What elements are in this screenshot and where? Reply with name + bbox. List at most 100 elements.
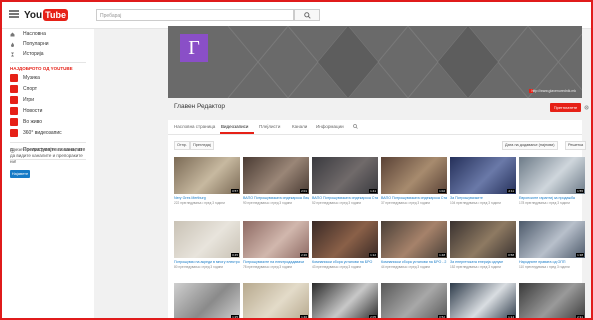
channel-avatar: [10, 107, 18, 115]
video-title[interactable]: Компаниски сбора установи на БРО - 2: [381, 260, 447, 264]
video-title[interactable]: Компаниски сбора установи на БРО: [312, 260, 378, 264]
video-thumbnail[interactable]: 1:55: [519, 157, 585, 194]
search-button[interactable]: [294, 9, 320, 21]
video-title[interactable]: ВАПО Потрошувачката индекарска Стана: [381, 196, 447, 200]
tab-about[interactable]: Информации: [316, 124, 344, 129]
tab-playlists[interactable]: Плејлисти: [259, 124, 280, 129]
video-thumbnail[interactable]: 1:40: [243, 283, 309, 318]
banner-pattern: [227, 26, 582, 98]
video-thumbnail[interactable]: 1:02: [381, 157, 447, 194]
video-duration: 2:05: [369, 315, 377, 319]
video-duration: 1:55: [576, 189, 584, 193]
channel-avatar: [10, 85, 18, 93]
subscribe-button[interactable]: Претплатете: [550, 103, 581, 112]
video-duration: 1:02: [438, 189, 446, 193]
channel-avatar[interactable]: Г: [180, 34, 208, 62]
video-duration: 1:38: [576, 253, 584, 257]
youtube-logo[interactable]: You Tube: [24, 8, 68, 22]
video-card[interactable]: 1:12 Компаниски сбора установи на БРО 43 п…: [312, 221, 378, 279]
tab-channels[interactable]: Канали: [292, 124, 307, 129]
video-card[interactable]: 2:01 ВАПО Потрошувачката индекарска Лицат…: [243, 157, 309, 215]
video-card[interactable]: 1:48 Компаниски сбора установи на БРО - 2…: [381, 221, 447, 279]
video-thumbnail[interactable]: 1:12: [312, 221, 378, 258]
video-meta: 178 прегледувања • пред 3 години: [519, 201, 570, 205]
video-card[interactable]: 1:02 ВАПО Потрошувачката индекарска Стана…: [381, 157, 447, 215]
upload-button[interactable]: Отпр.: [174, 141, 190, 150]
search-icon[interactable]: [353, 124, 358, 129]
sidebar-item-360-video[interactable]: 360° видеозапис: [2, 128, 94, 138]
video-card[interactable]: 0:52: [381, 283, 447, 318]
video-card[interactable]: 1:14: [450, 283, 516, 318]
browse-dropdown[interactable]: Прегледај: [190, 141, 214, 150]
sidebar-item-sport[interactable]: Спорт: [2, 84, 94, 94]
video-card[interactable]: 1:41 ВАПО Потрошувачката индекарска Сталн…: [312, 157, 378, 215]
video-thumbnail[interactable]: 2:31: [519, 283, 585, 318]
sidebar-item-label: Насловна: [23, 31, 46, 37]
video-title[interactable]: Nery Gres Mertburg: [174, 196, 240, 200]
search-input[interactable]: Пребарај: [96, 9, 294, 21]
video-card[interactable]: 0:58 За енергетската енерија одлуке 152 пр…: [450, 221, 516, 279]
sidebar-item-label: 360° видеозапис: [23, 130, 62, 136]
sidebar-item-music[interactable]: Музика: [2, 73, 94, 83]
channel-avatar: [10, 96, 18, 104]
video-duration: 2:01: [300, 189, 308, 193]
menu-icon[interactable]: [9, 10, 19, 18]
video-thumbnail[interactable]: 2:05: [312, 283, 378, 319]
video-title[interactable]: Европските гарантиј за продажба: [519, 196, 585, 200]
sidebar-item-news[interactable]: Новости: [2, 106, 94, 116]
video-card[interactable]: 2:05: [312, 283, 378, 318]
video-thumbnail[interactable]: 0:45: [174, 221, 240, 258]
video-thumbnail[interactable]: 0:52: [381, 283, 447, 318]
video-card[interactable]: 0:45 Потрошувач на акреди в многу електро…: [174, 221, 240, 279]
sidebar-item-live[interactable]: Во живо: [2, 117, 94, 127]
video-meta: 104 прегледувања • пред 3 години: [450, 201, 501, 205]
video-title[interactable]: Потрошувачите на електродадавачи: [243, 260, 309, 264]
video-title[interactable]: Народните правата од ОПП: [519, 260, 585, 264]
logo-tube-text: Tube: [43, 9, 68, 21]
sidebar-item-history[interactable]: Историја: [2, 50, 94, 59]
video-meta: 44 прегледувања • пред 3 години: [381, 265, 431, 269]
video-card[interactable]: 1:25: [174, 283, 240, 318]
video-title[interactable]: Потрошувач на акреди в многу електронски…: [174, 260, 240, 264]
channel-avatar: [10, 118, 18, 126]
gear-icon[interactable]: [584, 105, 589, 110]
view-dropdown[interactable]: Решетка: [565, 141, 587, 150]
sidebar-item-home[interactable]: Насловна: [2, 30, 94, 39]
video-card[interactable]: 2:11 За Потрошувачките 104 прегледувања • …: [450, 157, 516, 215]
signin-prompt-text: Влезете и прифатете ги своите, за да вид…: [10, 147, 83, 164]
video-thumbnail[interactable]: 1:38: [519, 221, 585, 258]
window-frame: You Tube Пребарај Насловна Популарни Ист…: [0, 0, 593, 320]
video-title[interactable]: ВАПО Потрошувачката индекарска Лицата: [243, 196, 309, 200]
video-card[interactable]: 1:38 Народните правата од ОПП 110 прегледу…: [519, 221, 585, 279]
channel-title[interactable]: Главен Редактор: [174, 103, 225, 110]
channel-link[interactable]: http://www.glavenurednik.mk: [531, 89, 576, 93]
video-meta: 37 прегледувања • пред 3 години: [381, 201, 431, 205]
video-thumbnail[interactable]: 1:41: [312, 157, 378, 194]
sidebar-item-games[interactable]: Игри: [2, 95, 94, 105]
video-card[interactable]: 2:31: [519, 283, 585, 318]
video-card[interactable]: 1:55 Европските гарантиј за продажба 178 п…: [519, 157, 585, 215]
video-duration: 0:57: [231, 189, 239, 193]
video-title[interactable]: За енергетската енерија одлуке: [450, 260, 516, 264]
tab-home[interactable]: Насловна страница: [174, 124, 215, 129]
video-thumbnail[interactable]: 2:01: [243, 157, 309, 194]
video-thumbnail[interactable]: 2:20: [243, 221, 309, 258]
flame-icon: [11, 42, 14, 47]
video-card[interactable]: 2:20 Потрошувачите на електродадавачи 78 п…: [243, 221, 309, 279]
video-thumbnail[interactable]: 0:57: [174, 157, 240, 194]
sidebar-item-label: Историја: [23, 51, 44, 57]
video-title[interactable]: ВАПО Потрошувачката индекарска Стална на…: [312, 196, 378, 200]
video-thumbnail[interactable]: 2:11: [450, 157, 516, 194]
video-title[interactable]: За Потрошувачките: [450, 196, 516, 200]
sidebar-item-trending[interactable]: Популарни: [2, 40, 94, 49]
video-thumbnail[interactable]: 1:25: [174, 283, 240, 318]
video-card[interactable]: 1:40: [243, 283, 309, 318]
sort-dropdown[interactable]: Дата на додавање (најнови): [502, 141, 558, 150]
video-thumbnail[interactable]: 1:48: [381, 221, 447, 258]
video-thumbnail[interactable]: 1:14: [450, 283, 516, 318]
video-card[interactable]: 0:57 Nery Gres Mertburg 222 прегледувања •…: [174, 157, 240, 215]
tab-videos[interactable]: Видеозаписи: [221, 124, 248, 129]
signin-button[interactable]: Најавете: [10, 170, 30, 178]
video-thumbnail[interactable]: 0:58: [450, 221, 516, 258]
video-duration: 0:45: [231, 253, 239, 257]
